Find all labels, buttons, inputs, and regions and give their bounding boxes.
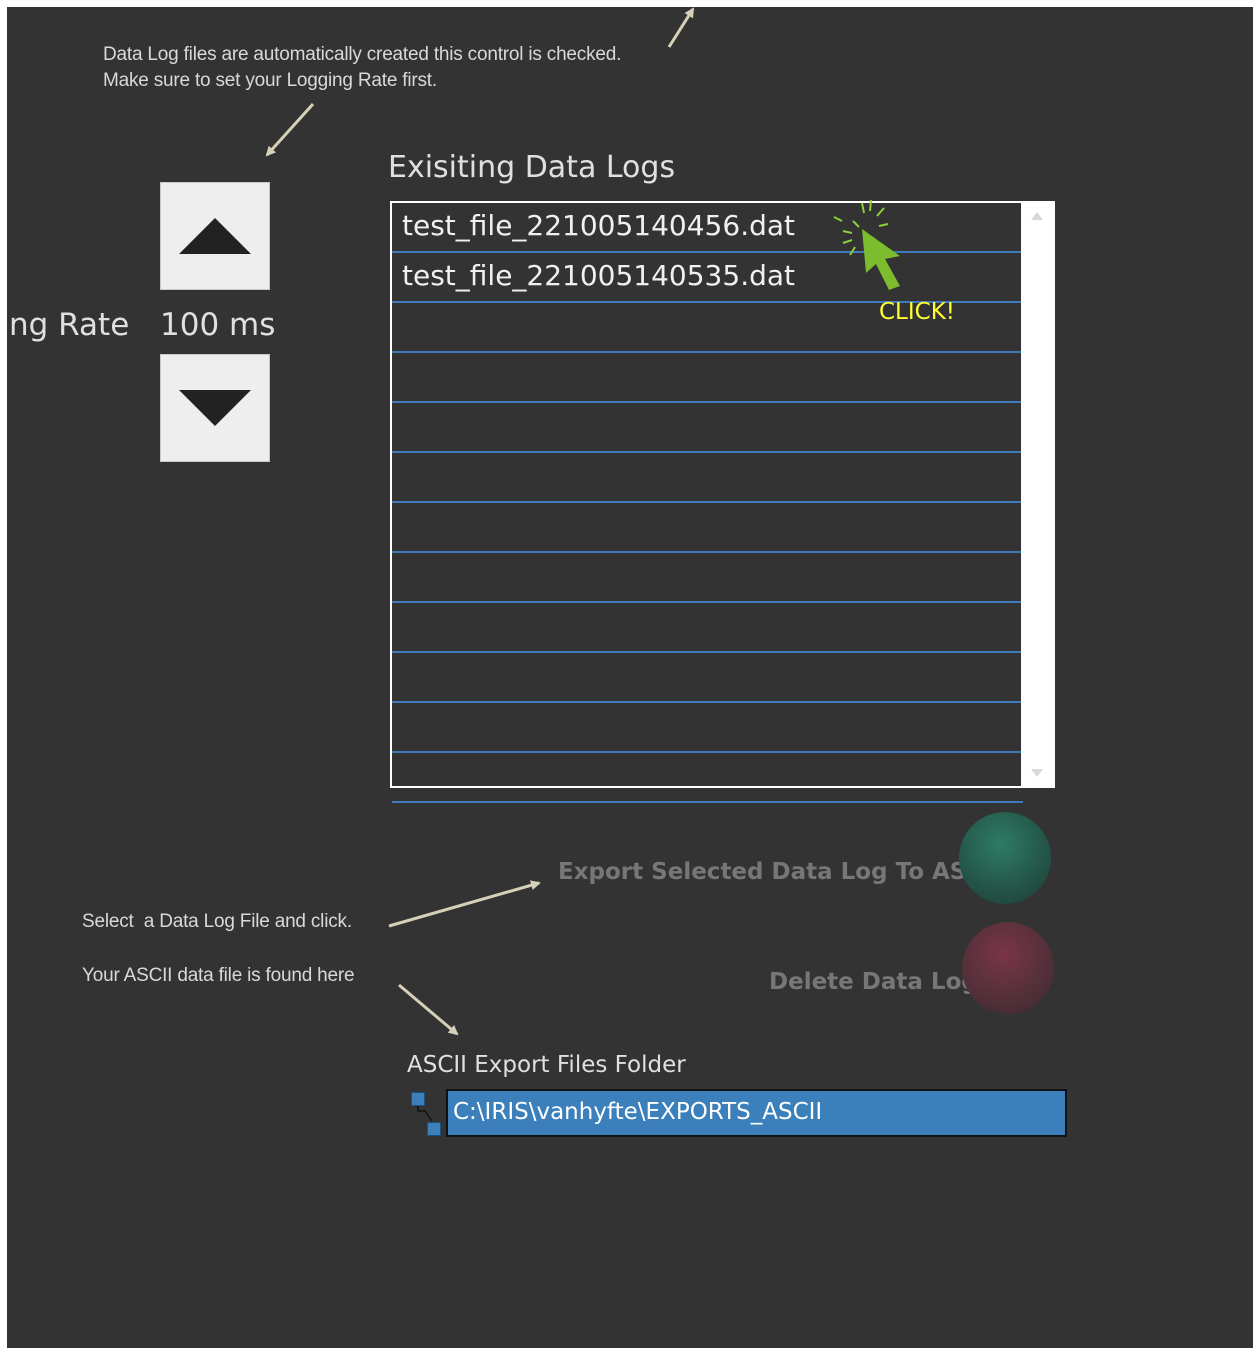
export-folder-path-field[interactable]: C:\IRIS\vanhyfte\EXPORTS_ASCII (446, 1089, 1067, 1137)
data-log-panel: Data Log files are automatically created… (7, 7, 1253, 1348)
folder-tree-connector (417, 1106, 433, 1122)
